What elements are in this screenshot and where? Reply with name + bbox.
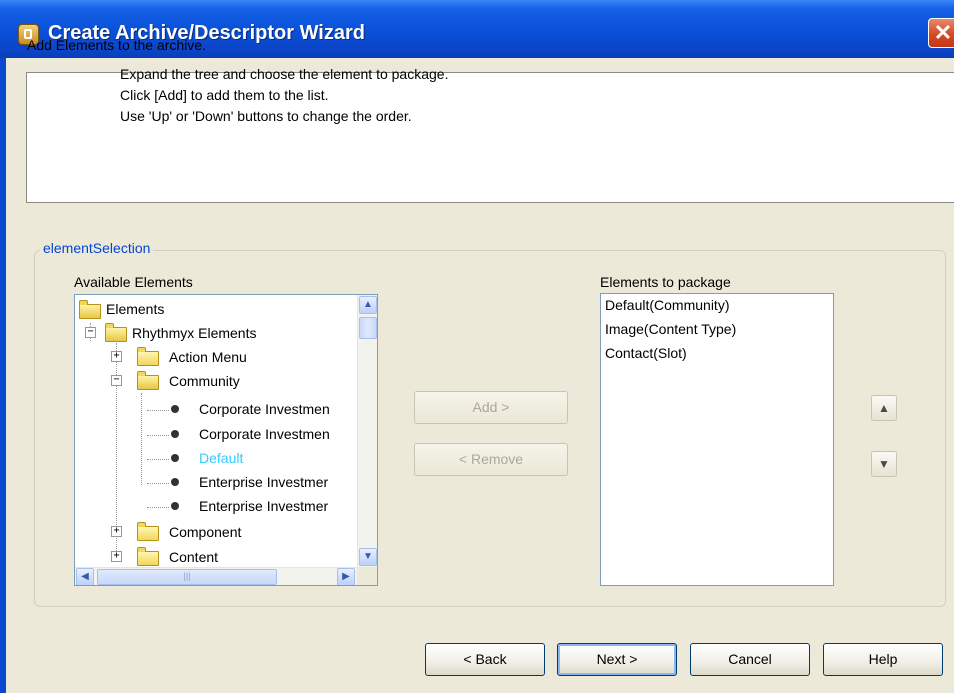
list-item[interactable]: Contact(Slot) [605, 345, 687, 361]
collapse-icon[interactable]: − [85, 327, 96, 338]
expand-icon[interactable]: + [111, 551, 122, 562]
folder-icon [137, 547, 159, 566]
back-button[interactable]: < Back [425, 643, 545, 676]
tree-connector [147, 410, 169, 411]
list-item[interactable]: Image(Content Type) [605, 321, 736, 337]
tree-node-rhythmyx-elements[interactable]: − Rhythmyx Elements [85, 322, 355, 344]
help-button[interactable]: Help [823, 643, 943, 676]
group-legend: elementSelection [40, 240, 154, 256]
scroll-down-icon[interactable]: ▼ [359, 548, 377, 566]
wizard-window: Create Archive/Descriptor Wizard ✕ Add E… [0, 0, 954, 693]
tree-node-community[interactable]: − Community [111, 370, 351, 392]
list-item[interactable]: Default(Community) [605, 297, 729, 313]
tree-connector [147, 459, 169, 460]
tree-connector [147, 435, 169, 436]
tree-connector [141, 393, 142, 485]
tree-node-content[interactable]: + Content [111, 546, 351, 568]
remove-button[interactable]: < Remove [414, 443, 568, 476]
open-folder-icon [79, 300, 101, 319]
cancel-button[interactable]: Cancel [690, 643, 810, 676]
scroll-up-icon[interactable]: ▲ [359, 296, 377, 314]
folder-icon [137, 347, 159, 366]
close-button[interactable]: ✕ [928, 18, 954, 48]
open-folder-icon [137, 371, 159, 390]
move-down-button[interactable]: ▼ [871, 451, 897, 477]
available-elements-label: Available Elements [74, 274, 193, 290]
tree-leaf[interactable]: Enterprise Investmer [171, 495, 361, 517]
tree-node-elements[interactable]: Elements [79, 298, 349, 320]
next-button[interactable]: Next > [557, 643, 677, 676]
collapse-icon[interactable]: − [111, 375, 122, 386]
elements-to-package-label: Elements to package [600, 274, 731, 290]
scroll-left-icon[interactable]: ◀ [76, 568, 94, 585]
open-folder-icon [105, 323, 127, 342]
vertical-scroll-thumb[interactable] [359, 317, 377, 339]
bullet-icon [171, 502, 179, 510]
tree-node-component[interactable]: + Component [111, 521, 351, 543]
tree-connector [147, 507, 169, 508]
scroll-corner [357, 567, 377, 585]
bullet-icon [171, 478, 179, 486]
tree-leaf-selected[interactable]: Default [171, 447, 361, 469]
tree-leaf[interactable]: Enterprise Investmer [171, 471, 361, 493]
element-tree[interactable]: Elements − Rhythmyx Elements + Action Me… [74, 294, 378, 586]
scroll-right-icon[interactable]: ▶ [337, 568, 355, 585]
tree-horizontal-scrollbar[interactable]: ◀ ||| ▶ [75, 567, 357, 585]
instruction-line: Click [Add] to add them to the list. [120, 87, 329, 103]
expand-icon[interactable]: + [111, 351, 122, 362]
instruction-line: Expand the tree and choose the element t… [120, 66, 449, 82]
instruction-heading: Add Elements to the archive. [27, 37, 206, 53]
move-up-button[interactable]: ▲ [871, 395, 897, 421]
tree-connector [147, 483, 169, 484]
bullet-icon [171, 405, 179, 413]
add-button[interactable]: Add > [414, 391, 568, 424]
instruction-line: Use 'Up' or 'Down' buttons to change the… [120, 108, 412, 124]
folder-icon [137, 522, 159, 541]
bullet-icon [171, 430, 179, 438]
package-list[interactable]: Default(Community) Image(Content Type) C… [600, 293, 834, 586]
expand-icon[interactable]: + [111, 526, 122, 537]
horizontal-scroll-thumb[interactable]: ||| [97, 569, 277, 585]
tree-node-action-menu[interactable]: + Action Menu [111, 346, 351, 368]
bullet-icon [171, 454, 179, 462]
tree-leaf[interactable]: Corporate Investmen [171, 398, 361, 420]
tree-vertical-scrollbar[interactable]: ▲ ▼ [357, 295, 377, 567]
tree-leaf[interactable]: Corporate Investmen [171, 423, 361, 445]
